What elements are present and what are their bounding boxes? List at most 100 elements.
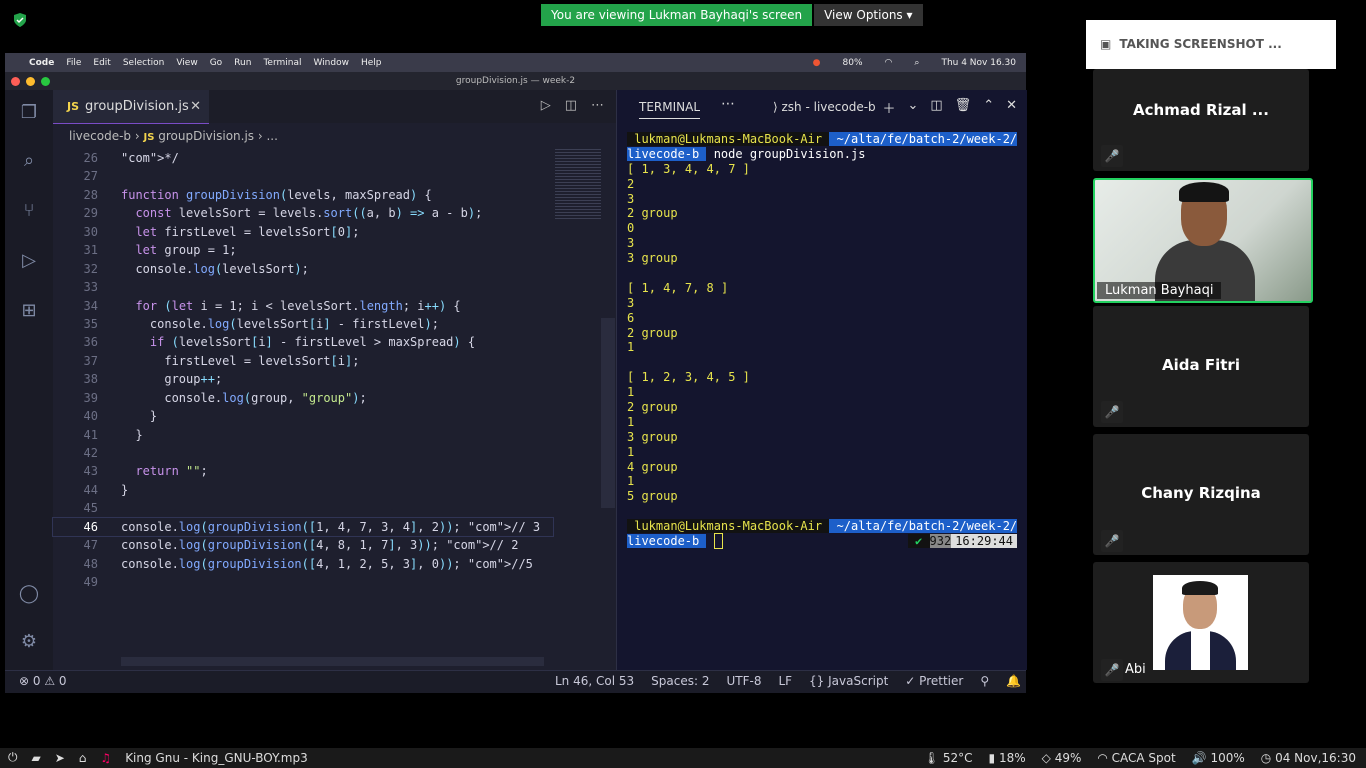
line-number: 47 [83,538,98,553]
code-line[interactable]: 42 [53,444,553,462]
terminal-shell-label[interactable]: ⟩ zsh - livecode-b [773,100,876,114]
code-line[interactable]: 49 [53,573,553,591]
code-line[interactable]: 39 console.log(group, "group"); [53,389,553,407]
code-line[interactable]: 33 [53,278,553,296]
minimize-window-button[interactable] [26,77,35,86]
code-line[interactable]: 36 if (levelsSort[i] - firstLevel > maxS… [53,333,553,351]
media-title[interactable]: King Gnu - King_GNU-BOY.mp3 [125,751,308,765]
code-line[interactable]: 29 const levelsSort = levels.sort((a, b)… [53,204,553,222]
breadcrumb-folder[interactable]: livecode-b [69,129,131,143]
menu-edit[interactable]: Edit [93,58,110,68]
code-line[interactable]: 44} [53,481,553,499]
code-line[interactable]: 48 console.log(groupDivision([4, 1, 2, 5,… [53,555,553,573]
cpu-usage: ▮ 18% [988,751,1026,765]
prettier-status[interactable]: ✓ Prettier [905,674,963,688]
maximize-panel-icon[interactable]: ⌃ [983,98,994,117]
participant-tile[interactable]: Aida Fitri 🎤 [1093,306,1309,427]
language-mode[interactable]: {} JavaScript [809,674,888,688]
code-text: function groupDivision(levels, maxSpread… [121,187,432,202]
code-line[interactable]: 41 } [53,426,553,444]
code-line[interactable]: 43 return ""; [53,462,553,480]
explorer-icon[interactable]: ❐ [17,102,41,126]
code-line[interactable]: 45 [53,499,553,517]
view-options-button[interactable]: View Options ▾ [814,4,923,26]
wifi-icon[interactable]: ◠ [885,58,893,68]
record-icon[interactable]: ● [813,58,821,68]
encoding[interactable]: UTF-8 [726,674,761,688]
participant-video[interactable]: Lukman Bayhaqi [1093,178,1313,303]
close-tab-icon[interactable]: ✕ [190,90,201,123]
more-actions-icon[interactable]: ⋯ [591,98,604,113]
close-window-button[interactable] [11,77,20,86]
code-line[interactable]: 47 console.log(groupDivision([4, 8, 1, 7]… [53,536,553,554]
tab-groupdivision[interactable]: JS groupDivision.js ✕ [53,90,209,124]
trash-icon[interactable]: 🗑 [955,98,972,117]
send-icon[interactable]: ➤ [55,751,65,765]
code-line[interactable]: 27 [53,167,553,185]
volume[interactable]: 🔊 100% [1192,751,1245,765]
editor-horizontal-scrollbar[interactable] [121,657,544,666]
code-text: let group = 1; [135,243,237,258]
settings-gear-icon[interactable]: ⚙ [17,631,41,655]
close-panel-icon[interactable]: ✕ [1006,98,1017,117]
participant-tile[interactable]: Achmad Rizal ... 🎤 [1093,69,1309,171]
code-line[interactable]: 31 let group = 1; [53,241,553,259]
menu-go[interactable]: Go [210,58,222,68]
end-of-line[interactable]: LF [778,674,792,688]
code-line[interactable]: 40 } [53,407,553,425]
breadcrumb-symbol[interactable]: ... [266,129,277,143]
menu-app-name[interactable]: Code [29,58,54,68]
menu-run[interactable]: Run [234,58,251,68]
code-editor[interactable]: 26 "com">*/ 27 28 function groupDivision(lev… [52,149,554,592]
zoom-window-button[interactable] [41,77,50,86]
menu-selection[interactable]: Selection [123,58,164,68]
run-debug-icon[interactable]: ▷ [17,250,41,274]
menu-view[interactable]: View [176,58,197,68]
live-share-icon[interactable]: ⚲ [980,674,989,688]
menu-help[interactable]: Help [361,58,382,68]
bank-icon[interactable]: ⌂ [79,751,87,765]
split-terminal-icon[interactable]: ◫ [930,98,942,117]
editor-scrollbar[interactable] [601,318,615,508]
notifications-bell-icon[interactable]: 🔔 [1006,674,1021,688]
code-line[interactable]: 46 console.log(groupDivision([1, 4, 7, 3,… [52,516,554,538]
menu-file[interactable]: File [66,58,81,68]
wifi-network[interactable]: ◠ CACA Spot [1097,751,1175,765]
problems-indicator[interactable]: ⊗ 0 ⚠ 0 [19,674,67,688]
participant-tile[interactable]: Chany Rizqina 🎤 [1093,434,1309,555]
code-line[interactable]: 38 group++; [53,370,553,388]
battery-label[interactable]: 80% [843,58,863,68]
account-icon[interactable]: ◯ [17,583,41,607]
run-file-icon[interactable]: ▷ [541,98,551,113]
more-icon[interactable]: ⋯ [721,96,735,112]
code-line[interactable]: 35 console.log(levelsSort[i] - firstLeve… [53,315,553,333]
source-control-icon[interactable]: ⑂ [17,200,41,224]
participant-name: Abi [1125,662,1146,677]
code-line[interactable]: 32 console.log(levelsSort); [53,260,553,278]
terminal-command: node groupDivision.js [706,146,866,161]
cursor-position[interactable]: Ln 46, Col 53 [555,674,634,688]
tab-terminal[interactable]: TERMINAL [639,100,701,119]
breadcrumb-file[interactable]: groupDivision.js [158,129,254,143]
code-line[interactable]: 34 for (let i = 1; i < levelsSort.length… [53,297,553,315]
js-file-icon: JS [143,132,155,143]
shield-icon[interactable] [12,12,28,28]
code-line[interactable]: 28 function groupDivision(levels, maxSpre… [53,186,553,204]
split-editor-icon[interactable]: ◫ [565,98,577,113]
terminal-line: [ 1, 4, 7, 8 ] [627,280,729,295]
folder-icon[interactable]: ▰ [32,751,41,765]
indentation[interactable]: Spaces: 2 [651,674,709,688]
menu-terminal[interactable]: Terminal [263,58,301,68]
terminal-output[interactable]: lukman@Lukmans-MacBook-Air ~/alta/fe/bat… [627,132,1018,550]
search-icon[interactable]: ⌕ [914,58,919,68]
extensions-icon[interactable]: ⊞ [17,300,41,324]
chevron-down-icon[interactable]: ⌄ [907,98,918,117]
new-terminal-icon[interactable]: ＋ [882,98,895,117]
code-line[interactable]: 30 let firstLevel = levelsSort[0]; [53,223,553,241]
power-icon[interactable]: ⏻ [8,750,18,765]
search-icon[interactable]: ⌕ [17,150,41,174]
minimap[interactable] [555,149,601,219]
code-line[interactable]: 26 "com">*/ [53,149,553,167]
code-line[interactable]: 37 firstLevel = levelsSort[i]; [53,352,553,370]
menu-window[interactable]: Window [313,58,349,68]
